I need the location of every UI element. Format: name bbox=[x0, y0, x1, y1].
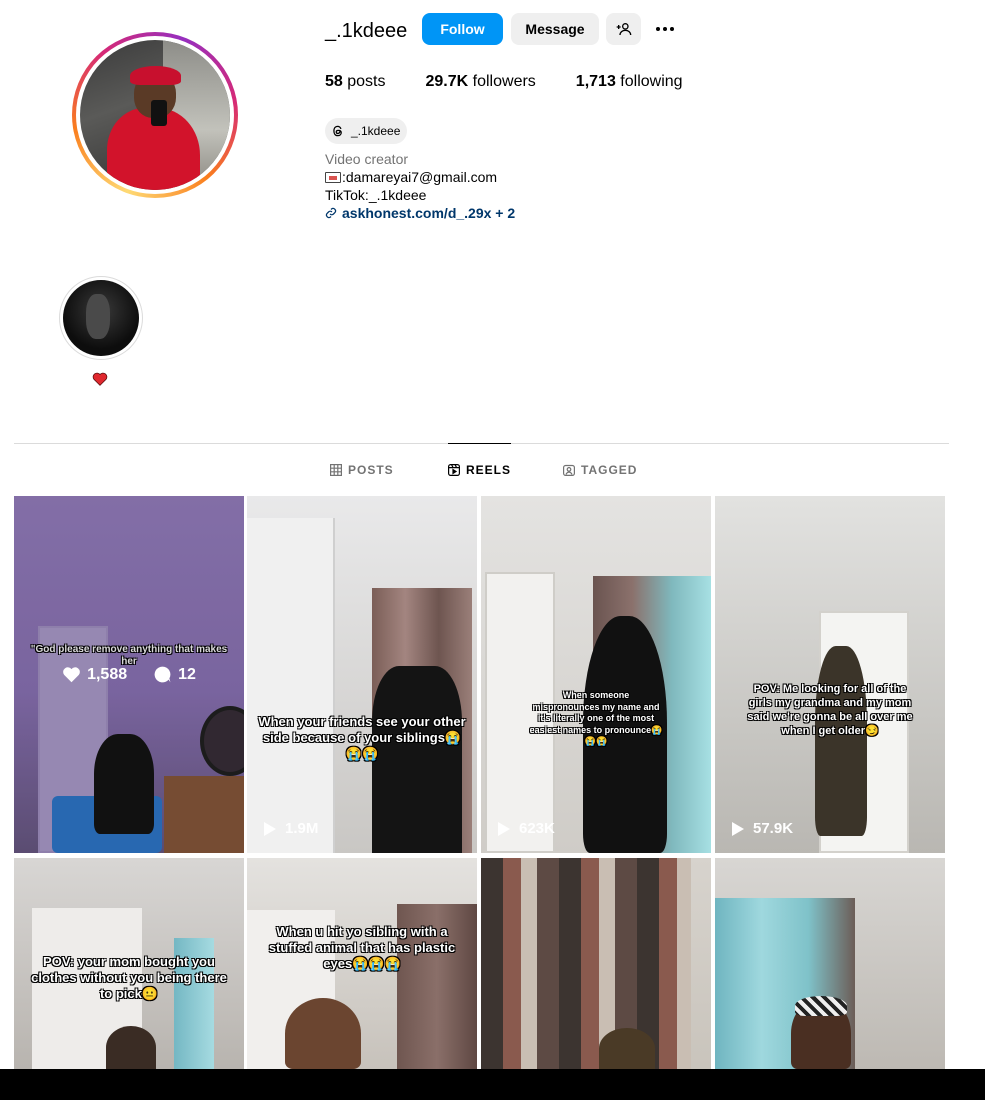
posts-count: 58 bbox=[325, 73, 343, 90]
following-stat[interactable]: 1,713 following bbox=[576, 73, 683, 91]
reel-caption: POV: your mom bought you clothes without… bbox=[31, 954, 227, 1001]
profile-username: _.1kdeee bbox=[325, 20, 408, 42]
reel-views-count: 1.9M bbox=[285, 820, 319, 837]
tab-reels[interactable]: REELS bbox=[448, 443, 512, 495]
reel-caption: POV: Me looking for all of the girls my … bbox=[747, 683, 913, 737]
bio-email-line: :damareyai7@gmail.com bbox=[325, 168, 515, 186]
message-button[interactable]: Message bbox=[511, 13, 599, 45]
reel-views: 57.9K bbox=[731, 820, 793, 837]
reel-tile[interactable] bbox=[481, 858, 711, 1069]
bio-category: Video creator bbox=[325, 151, 409, 167]
tab-reels-label: REELS bbox=[466, 462, 512, 477]
avatar-cap bbox=[129, 65, 181, 85]
highlight-figure bbox=[85, 293, 111, 340]
more-options-icon bbox=[656, 27, 674, 31]
reel-likes: 1,588 bbox=[62, 666, 127, 684]
posts-stat: 58 posts bbox=[325, 73, 386, 91]
reel-thumbnail-person bbox=[106, 1026, 156, 1069]
following-label: following bbox=[620, 73, 683, 90]
tab-posts-label: POSTS bbox=[348, 463, 394, 477]
reel-tile[interactable]: POV: Me looking for all of the girls my … bbox=[715, 496, 945, 853]
profile-avatar[interactable] bbox=[72, 32, 238, 198]
reel-tile[interactable]: "God please remove anything that makes h… bbox=[14, 496, 244, 853]
reels-icon bbox=[448, 463, 460, 476]
bio-link-text: askhonest.com/d_.29x + 2 bbox=[342, 205, 516, 221]
bio-email: :damareyai7@gmail.com bbox=[342, 169, 498, 185]
heart-icon bbox=[63, 667, 80, 683]
profile-stats: 58 posts 29.7K followers 1,713 following bbox=[325, 73, 683, 91]
tab-tagged-label: TAGGED bbox=[581, 463, 638, 477]
link-icon bbox=[325, 207, 337, 219]
avatar-photo bbox=[80, 40, 230, 190]
reel-tile[interactable]: When u hit yo sibling with a stuffed ani… bbox=[247, 858, 477, 1069]
reel-hover-stats: 1,588 12 bbox=[14, 496, 244, 853]
threads-handle: _.1kdeee bbox=[351, 124, 401, 138]
reel-views-count: 57.9K bbox=[753, 820, 794, 837]
bio-link[interactable]: askhonest.com/d_.29x + 2 bbox=[325, 204, 515, 222]
reel-thumbnail-door bbox=[247, 518, 335, 853]
follow-button[interactable]: Follow bbox=[422, 13, 503, 45]
tagged-icon bbox=[563, 464, 575, 476]
play-icon bbox=[732, 821, 744, 836]
reel-thumbnail-tapestry bbox=[481, 858, 691, 1069]
tab-posts[interactable]: POSTS bbox=[330, 444, 394, 496]
story-highlight[interactable] bbox=[59, 276, 143, 360]
email-emoji-icon bbox=[325, 172, 341, 183]
suggested-accounts-button[interactable] bbox=[606, 13, 641, 45]
comment-icon bbox=[154, 666, 171, 683]
reel-comments: 12 bbox=[153, 665, 196, 684]
tab-tagged[interactable]: TAGGED bbox=[563, 444, 637, 496]
followers-count: 29.7K bbox=[425, 73, 469, 90]
bio-tiktok: TikTok:_.1kdeee bbox=[325, 187, 427, 203]
reel-tile[interactable]: When someone mispronounces my name and i… bbox=[481, 496, 711, 853]
reel-likes-count: 1,588 bbox=[87, 665, 128, 683]
add-person-icon bbox=[616, 23, 631, 36]
reel-views: 623K bbox=[497, 820, 555, 837]
reel-tile[interactable] bbox=[715, 858, 945, 1069]
reel-tile[interactable]: POV: your mom bought you clothes without… bbox=[14, 858, 244, 1069]
options-button[interactable] bbox=[648, 13, 682, 45]
play-icon bbox=[498, 821, 510, 836]
reel-thumbnail-bandana bbox=[795, 996, 847, 1016]
profile-bio: Video creator :damareyai7@gmail.com TikT… bbox=[325, 150, 515, 222]
avatar-phone bbox=[150, 100, 167, 126]
threads-icon bbox=[333, 125, 342, 137]
followers-stat[interactable]: 29.7K followers bbox=[426, 73, 536, 91]
following-count: 1,713 bbox=[575, 73, 616, 90]
highlight-cover bbox=[63, 280, 139, 356]
threads-badge[interactable]: _.1kdeee bbox=[325, 118, 408, 144]
grid-icon bbox=[330, 464, 342, 476]
reel-thumbnail-person bbox=[815, 646, 867, 836]
reel-comments-count: 12 bbox=[178, 665, 196, 683]
reel-caption: When someone mispronounces my name and i… bbox=[529, 690, 663, 746]
posts-label: posts bbox=[347, 73, 386, 90]
reel-caption: When u hit yo sibling with a stuffed ani… bbox=[268, 924, 456, 971]
avatar-frame bbox=[76, 36, 234, 194]
play-icon bbox=[264, 821, 276, 836]
reel-views-count: 623K bbox=[519, 820, 555, 837]
heart-emoji-icon bbox=[92, 372, 108, 386]
reel-views: 1.9M bbox=[263, 820, 318, 837]
reel-caption: When your friends see your other side be… bbox=[258, 714, 466, 761]
bottom-bar bbox=[0, 1069, 985, 1100]
followers-label: followers bbox=[472, 73, 536, 90]
reel-tile[interactable]: When your friends see your other side be… bbox=[247, 496, 477, 853]
reel-thumbnail-person bbox=[599, 1028, 655, 1069]
reel-thumbnail-person bbox=[285, 998, 361, 1069]
